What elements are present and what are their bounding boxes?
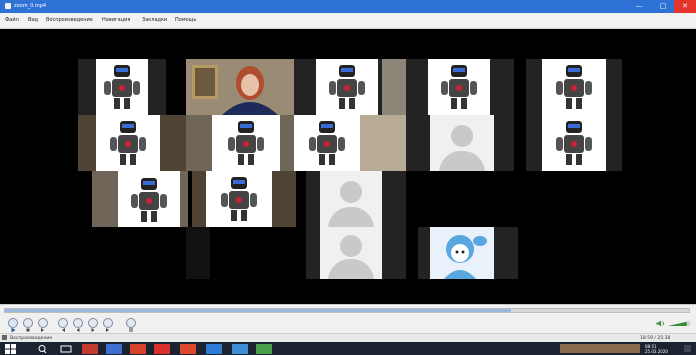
notification-icon[interactable] (684, 345, 691, 352)
status-icon (2, 335, 7, 340)
robot-icon (228, 121, 264, 165)
participant-tile (526, 115, 622, 171)
maximize-button[interactable]: □ (652, 0, 674, 13)
menu-file[interactable]: Файл (5, 17, 19, 24)
search-icon[interactable] (35, 344, 51, 354)
menu-bar: Файл Вид Воспроизведение Навигация Закла… (0, 13, 696, 29)
taskbar: 08:51 25.03.2020 (0, 342, 696, 355)
playback-time: 18:59 / 25:38 (640, 336, 671, 341)
taskbar-app-icon[interactable] (256, 344, 272, 354)
system-clock: 08:51 25.03.2020 (645, 344, 668, 354)
robot-icon (221, 177, 257, 221)
participant-tile (92, 171, 188, 227)
seek-bar[interactable] (4, 308, 690, 313)
taskbar-app-icon[interactable] (82, 344, 98, 354)
next-frame-button[interactable] (88, 318, 98, 332)
robot-avatar (96, 115, 160, 171)
avatar-head-icon (340, 181, 362, 203)
previous-frame-button[interactable] (73, 318, 83, 332)
taskbar-app-icon[interactable] (130, 344, 146, 354)
clock-date: 25.03.2020 (645, 349, 668, 354)
speaker-icon[interactable] (656, 320, 665, 327)
participant-tile (306, 171, 406, 227)
robot-icon (329, 65, 365, 109)
cartoon-avatar (430, 227, 494, 279)
participant-tile (78, 115, 186, 171)
participant-tile (186, 115, 294, 171)
fast-forward-button[interactable] (103, 318, 113, 332)
robot-icon (556, 65, 592, 109)
robot-avatar (294, 115, 360, 171)
avatar-head-icon (451, 125, 473, 147)
taskbar-app-icon[interactable] (154, 344, 170, 354)
avatar-body-icon (328, 259, 374, 279)
default-avatar (430, 115, 494, 171)
menu-bookmarks[interactable]: Закладки (142, 17, 167, 24)
menu-playback[interactable]: Воспроизведение (46, 17, 93, 24)
close-button[interactable]: ✕ (674, 0, 696, 13)
robot-icon (104, 65, 140, 109)
play-button[interactable] (8, 318, 18, 333)
seek-progress (5, 309, 512, 312)
robot-avatar (118, 171, 180, 227)
robot-icon (110, 121, 146, 165)
tray-area (560, 344, 640, 353)
participant-tile (526, 59, 622, 115)
robot-avatar (428, 59, 490, 115)
participant-tile (78, 59, 166, 115)
avatar-head-icon (340, 235, 362, 257)
robot-icon (309, 121, 345, 165)
video-frame[interactable] (0, 29, 696, 304)
task-view-icon[interactable] (58, 344, 74, 354)
participant-tile (306, 227, 406, 279)
participant-tile (294, 115, 406, 171)
robot-icon (556, 121, 592, 165)
taskbar-app-icon[interactable] (180, 344, 196, 354)
menu-view[interactable]: Вид (28, 17, 38, 24)
taskbar-app-icon[interactable] (106, 344, 122, 354)
robot-icon (441, 65, 477, 109)
minimize-button[interactable]: — (628, 0, 650, 13)
window-title: zoom_0.mp4 (14, 3, 47, 9)
default-avatar (320, 171, 382, 227)
participant-tile (406, 115, 514, 171)
robot-avatar (316, 59, 378, 115)
cartoon-girl-icon (444, 235, 487, 279)
taskbar-app-icon[interactable] (232, 344, 248, 354)
menu-navigation[interactable]: Навигация (102, 17, 130, 24)
robot-avatar (542, 59, 606, 115)
robot-icon (131, 178, 167, 222)
rewind-button[interactable] (58, 318, 68, 332)
participant-tile (294, 59, 406, 115)
default-avatar (320, 227, 382, 279)
stop-button[interactable] (23, 318, 33, 332)
participant-tile (192, 171, 296, 227)
menu-help[interactable]: Помощь (175, 17, 196, 24)
robot-avatar (206, 171, 272, 227)
status-text: Воспроизведение (10, 336, 53, 341)
participant-tile (418, 227, 518, 279)
next-button[interactable] (38, 318, 48, 332)
robot-avatar (212, 115, 280, 171)
window-title-bar: zoom_0.mp4 — □ ✕ (0, 0, 696, 13)
robot-avatar (542, 115, 606, 171)
taskbar-app-icon[interactable] (206, 344, 222, 354)
avatar-body-icon (439, 151, 485, 171)
participant-woman (186, 59, 294, 115)
robot-avatar (96, 59, 148, 115)
app-icon (5, 3, 11, 9)
participant-tile (406, 59, 514, 115)
playlist-button[interactable] (126, 318, 136, 332)
windows-start-icon[interactable] (5, 344, 16, 354)
participant-video (186, 59, 294, 115)
player-controls (0, 304, 696, 333)
volume-slider[interactable] (668, 321, 690, 326)
participant-tile (186, 227, 210, 279)
avatar-body-icon (328, 207, 374, 227)
